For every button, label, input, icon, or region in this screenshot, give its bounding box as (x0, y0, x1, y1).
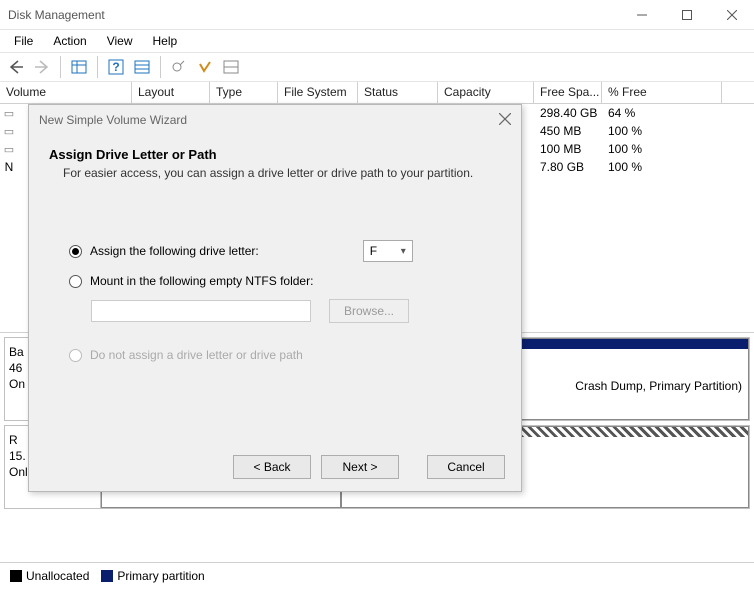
svg-text:?: ? (112, 60, 119, 74)
radio-assign-letter-label: Assign the following drive letter: (90, 244, 259, 258)
action-icon[interactable] (193, 55, 217, 79)
cell-pct-free: 100 % (602, 142, 722, 156)
radio-assign-letter[interactable] (69, 245, 82, 258)
radio-mount-folder-label: Mount in the following empty NTFS folder… (90, 274, 313, 288)
menu-view[interactable]: View (99, 32, 141, 50)
back-button[interactable]: < Back (233, 455, 311, 479)
drive-icon: ▭ (0, 107, 18, 120)
toolbar: ? (0, 52, 754, 82)
help-icon[interactable]: ? (104, 55, 128, 79)
legend: Unallocated Primary partition (0, 562, 754, 588)
menubar: File Action View Help (0, 30, 754, 52)
legend-primary: Primary partition (101, 569, 204, 583)
radio-no-assign[interactable] (69, 349, 82, 362)
cell-free-space: 100 MB (534, 142, 602, 156)
swatch-black-icon (10, 570, 22, 582)
cancel-button[interactable]: Cancel (427, 455, 505, 479)
dialog-heading: Assign Drive Letter or Path (49, 147, 501, 162)
window-titlebar: Disk Management (0, 0, 754, 30)
menu-help[interactable]: Help (145, 32, 186, 50)
dialog-subheading: For easier access, you can assign a driv… (49, 166, 501, 180)
close-button[interactable] (709, 0, 754, 30)
chevron-down-icon: ▾ (401, 246, 406, 257)
col-status[interactable]: Status (358, 82, 438, 103)
wizard-dialog: New Simple Volume Wizard Assign Drive Le… (28, 104, 522, 492)
partition-status: Crash Dump, Primary Partition) (575, 379, 742, 393)
legend-unallocated: Unallocated (10, 569, 89, 583)
drive-icon: ▭ (0, 125, 18, 138)
list-icon[interactable] (219, 55, 243, 79)
col-free-space[interactable]: Free Spa... (534, 82, 602, 103)
mount-folder-input[interactable] (91, 300, 311, 322)
next-button[interactable]: Next > (321, 455, 399, 479)
list-item[interactable]: N (0, 158, 18, 176)
cell-pct-free: 100 % (602, 160, 722, 174)
menu-file[interactable]: File (6, 32, 41, 50)
list-item[interactable]: ▭ (0, 122, 18, 140)
back-icon[interactable] (4, 55, 28, 79)
dialog-title: New Simple Volume Wizard (39, 113, 187, 127)
forward-icon[interactable] (30, 55, 54, 79)
view-details-icon[interactable] (67, 55, 91, 79)
col-pct-free[interactable]: % Free (602, 82, 722, 103)
window-title: Disk Management (8, 8, 105, 22)
browse-button[interactable]: Browse... (329, 299, 409, 323)
cell-free-space: 450 MB (534, 124, 602, 138)
drive-letter-select[interactable]: F ▾ (363, 240, 413, 262)
volume-list-header: Volume Layout Type File System Status Ca… (0, 82, 754, 104)
dialog-close-button[interactable] (499, 113, 511, 128)
cell-free-space: 298.40 GB (534, 106, 602, 120)
cell-free-space: 7.80 GB (534, 160, 602, 174)
menu-action[interactable]: Action (45, 32, 94, 50)
cell-pct-free: 100 % (602, 124, 722, 138)
list-item[interactable]: ▭ (0, 104, 18, 122)
dialog-titlebar: New Simple Volume Wizard (29, 105, 521, 135)
radio-mount-folder[interactable] (69, 275, 82, 288)
refresh-icon[interactable] (167, 55, 191, 79)
col-file-system[interactable]: File System (278, 82, 358, 103)
grid-icon[interactable] (130, 55, 154, 79)
list-item[interactable]: ▭ (0, 140, 18, 158)
swatch-blue-icon (101, 570, 113, 582)
drive-letter-value: F (370, 244, 377, 258)
minimize-button[interactable] (619, 0, 664, 30)
radio-no-assign-label: Do not assign a drive letter or drive pa… (90, 348, 303, 362)
col-capacity[interactable]: Capacity (438, 82, 534, 103)
col-type[interactable]: Type (210, 82, 278, 103)
maximize-button[interactable] (664, 0, 709, 30)
cell-pct-free: 64 % (602, 106, 722, 120)
col-volume[interactable]: Volume (0, 82, 132, 103)
drive-icon: ▭ (0, 143, 18, 156)
col-layout[interactable]: Layout (132, 82, 210, 103)
